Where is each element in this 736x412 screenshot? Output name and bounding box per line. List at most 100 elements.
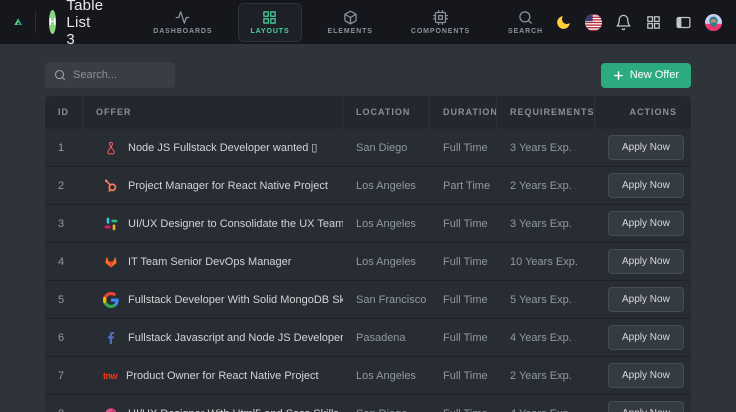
dark-mode-toggle[interactable] [555, 14, 572, 31]
cell-id: 7 [45, 370, 83, 382]
offer-title: Fullstack Javascript and Node JS Develop… [128, 332, 343, 344]
main-nav: DASHBOARDS LAYOUTS ELEMENTS COMPONENTS S… [141, 3, 555, 42]
cell-actions: Apply Now [595, 211, 691, 236]
top-navbar: H Table List 3 DASHBOARDS LAYOUTS ELEMEN… [0, 0, 736, 44]
apply-now-button[interactable]: Apply Now [608, 325, 684, 350]
cell-location: Los Angeles [343, 218, 430, 230]
offers-table: ID OFFER LOCATION DURATION REQUIREMENTS … [45, 96, 691, 412]
nav-label: LAYOUTS [250, 28, 289, 35]
offer-title: IT Team Senior DevOps Manager [128, 256, 291, 268]
table-row: 6 Fullstack Javascript and Node JS Devel… [45, 319, 691, 357]
nav-item-dashboards[interactable]: DASHBOARDS [141, 3, 224, 42]
cell-duration: Full Time [430, 256, 497, 268]
cell-id: 2 [45, 180, 83, 192]
col-id: ID [45, 96, 83, 129]
apply-now-button[interactable]: Apply Now [608, 135, 684, 160]
cell-actions: Apply Now [595, 401, 691, 412]
cell-offer: Fullstack Javascript and Node JS Develop… [83, 330, 343, 346]
cell-offer: tnw Product Owner for React Native Proje… [83, 368, 343, 384]
slack-icon [103, 216, 119, 232]
cell-id: 6 [45, 332, 83, 344]
table-row: 1 Node JS Fullstack Developer wanted ▯ S… [45, 129, 691, 167]
new-offer-label: New Offer [630, 69, 679, 81]
apps-menu-button[interactable] [645, 14, 662, 31]
cell-location: Pasadena [343, 332, 430, 344]
cell-actions: Apply Now [595, 363, 691, 388]
cell-duration: Full Time [430, 370, 497, 382]
cell-id: 8 [45, 408, 83, 412]
user-avatar[interactable] [705, 14, 722, 31]
page-badge: H [49, 10, 57, 34]
apply-now-button[interactable]: Apply Now [608, 401, 684, 412]
cell-offer: UI/UX Designer to Consolidate the UX Tea… [83, 216, 343, 232]
nav-item-layouts[interactable]: LAYOUTS [238, 3, 301, 42]
page-title: Table List 3 [66, 0, 103, 48]
cell-id: 5 [45, 294, 83, 306]
col-offer: OFFER [83, 96, 343, 129]
table-row: 3 UI/UX Designer to Consolidate the UX T… [45, 205, 691, 243]
new-offer-button[interactable]: New Offer [601, 63, 691, 88]
nav-label: ELEMENTS [328, 28, 373, 35]
us-flag-icon [585, 14, 602, 31]
tnw-icon: tnw [103, 368, 117, 384]
table-row: 4 IT Team Senior DevOps Manager Los Ange… [45, 243, 691, 281]
nav-label: SEARCH [508, 28, 543, 35]
google-icon [103, 292, 119, 308]
language-flag-us[interactable] [585, 14, 602, 31]
airbnb-icon [103, 140, 119, 156]
nav-label: DASHBOARDS [153, 28, 212, 35]
apply-now-button[interactable]: Apply Now [608, 249, 684, 274]
table-row: 2 Project Manager for React Native Proje… [45, 167, 691, 205]
nav-item-components[interactable]: COMPONENTS [399, 3, 482, 42]
cell-location: San Diego [343, 408, 430, 412]
cell-duration: Part Time [430, 180, 497, 192]
offer-title: UI/UX Designer to Consolidate the UX Tea… [128, 217, 343, 230]
col-duration: DURATION [430, 96, 497, 129]
cell-id: 1 [45, 142, 83, 154]
cell-duration: Full Time [430, 294, 497, 306]
offer-title: Node JS Fullstack Developer wanted ▯ [128, 141, 317, 154]
cell-duration: Full Time [430, 142, 497, 154]
notifications-button[interactable] [615, 14, 632, 31]
nav-item-elements[interactable]: ELEMENTS [316, 3, 385, 42]
table-row: 5 Fullstack Developer With Solid MongoDB… [45, 281, 691, 319]
offer-title: Product Owner for React Native Project [126, 370, 319, 382]
apply-now-button[interactable]: Apply Now [608, 173, 684, 198]
moon-icon [555, 14, 572, 31]
cell-requirements: 2 Years Exp. [497, 180, 595, 192]
cell-duration: Full Time [430, 332, 497, 344]
toolbar: New Offer [45, 62, 691, 88]
col-requirements: REQUIREMENTS [497, 96, 595, 129]
navbar-actions [555, 14, 722, 31]
cell-location: Los Angeles [343, 180, 430, 192]
apply-now-button[interactable]: Apply Now [608, 287, 684, 312]
search-input[interactable] [73, 69, 166, 81]
cell-id: 4 [45, 256, 83, 268]
col-location: LOCATION [343, 96, 430, 129]
cell-offer: Project Manager for React Native Project [83, 178, 343, 194]
offer-title: UI/UX Designer With Html5 and Sass Skill… [128, 407, 343, 412]
gitlab-icon [103, 254, 119, 270]
cell-offer: IT Team Senior DevOps Manager [83, 254, 343, 270]
search-box[interactable] [45, 62, 175, 88]
table-row: 7 tnw Product Owner for React Native Pro… [45, 357, 691, 395]
cell-actions: Apply Now [595, 135, 691, 160]
app-logo-icon[interactable] [14, 9, 22, 35]
cpu-icon [433, 10, 448, 25]
sidebar-layout-icon [675, 14, 692, 31]
cell-location: San Francisco [343, 294, 430, 306]
cell-location: Los Angeles [343, 256, 430, 268]
apply-now-button[interactable]: Apply Now [608, 363, 684, 388]
sidebar-toggle-button[interactable] [675, 14, 692, 31]
apply-now-button[interactable]: Apply Now [608, 211, 684, 236]
nav-item-search[interactable]: SEARCH [496, 3, 555, 42]
cell-duration: Full Time [430, 408, 497, 412]
offer-title: Project Manager for React Native Project [128, 180, 328, 192]
box-icon [343, 10, 358, 25]
bell-icon [615, 14, 632, 31]
col-actions: ACTIONS [595, 96, 691, 129]
cell-requirements: 4 Years Exp. [497, 408, 595, 412]
cell-offer: UI/UX Designer With Html5 and Sass Skill… [83, 406, 343, 412]
table-row: 8 UI/UX Designer With Html5 and Sass Ski… [45, 395, 691, 412]
cell-requirements: 3 Years Exp. [497, 142, 595, 154]
